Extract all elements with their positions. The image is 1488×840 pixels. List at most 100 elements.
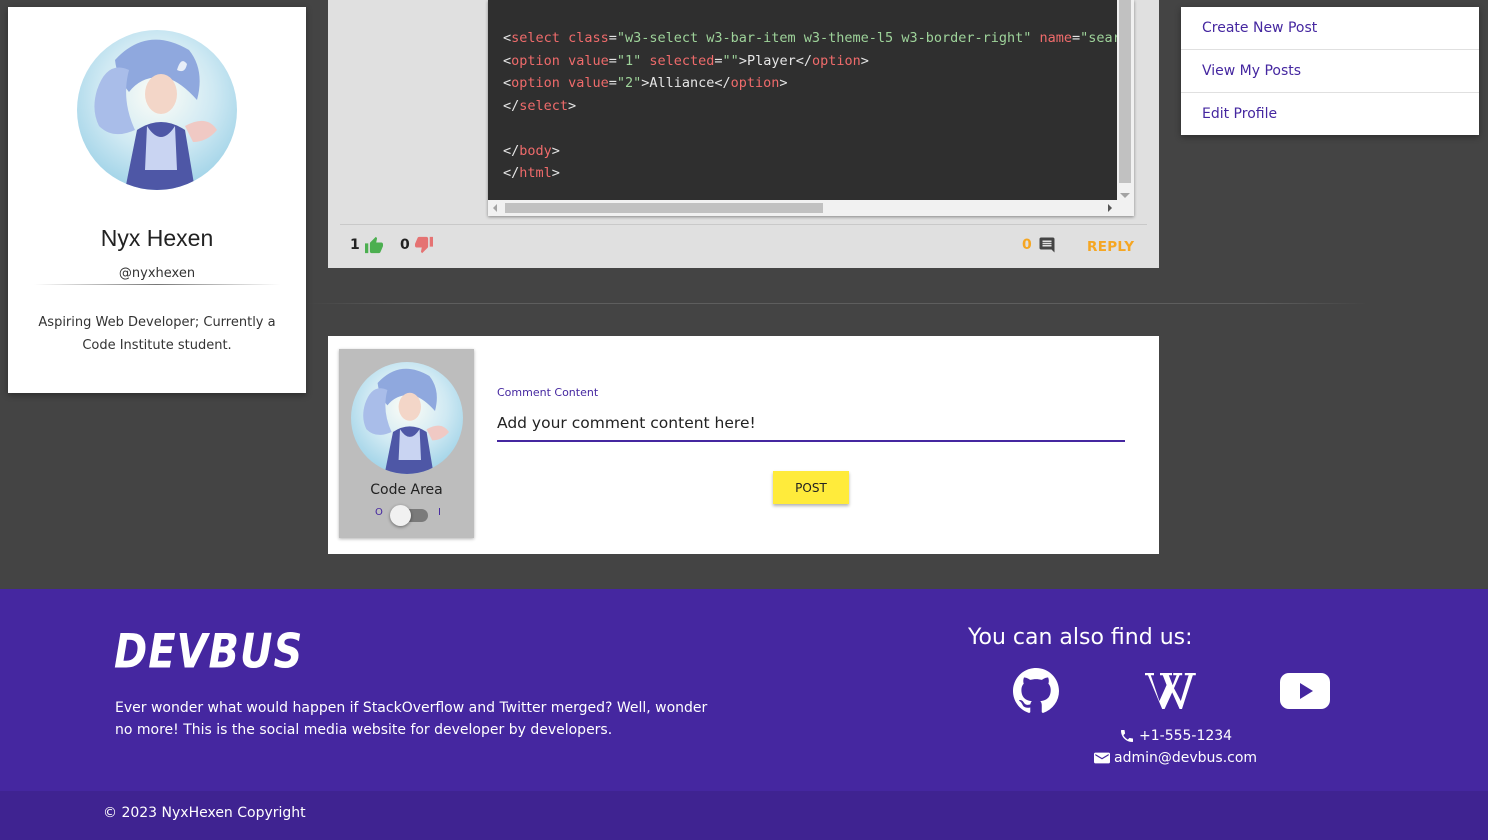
vertical-scrollbar[interactable] [1117, 0, 1134, 200]
code-token: > [568, 97, 577, 114]
code-token: = [608, 75, 617, 91]
code-area-label: Code Area [370, 482, 443, 498]
code-token: < [503, 30, 512, 46]
code-area-switch[interactable]: O I [369, 505, 447, 526]
scroll-right-arrow-icon[interactable] [1108, 204, 1112, 212]
code-token: "1" [616, 52, 642, 69]
code-token: class [568, 30, 609, 46]
code-token: = [714, 52, 723, 69]
code-token: "2" [616, 75, 642, 91]
thumbs-down-icon [414, 236, 433, 254]
phone-icon [1121, 730, 1133, 742]
code-token: > [779, 75, 788, 91]
code-token: option [511, 52, 560, 69]
code-token: option [511, 75, 560, 91]
like-button[interactable]: 1 [350, 236, 384, 254]
comment-form: Code Area O I Comment Content POST [328, 336, 1159, 554]
code-token: html [519, 165, 552, 181]
code-token: name [1039, 30, 1073, 46]
youtube-icon [1280, 673, 1330, 709]
footer-description: Ever wonder what would happen if StackOv… [115, 700, 708, 738]
github-link[interactable] [1010, 665, 1062, 717]
switch-knob[interactable] [390, 505, 411, 526]
scroll-down-arrow-icon[interactable] [1120, 193, 1130, 198]
avatar [351, 362, 463, 474]
code-token: option [730, 75, 780, 91]
code-token: </ [503, 142, 520, 159]
code-token: >Alliance</ [641, 75, 731, 91]
profile-menu: Create New Post View My Posts Edit Profi… [1181, 7, 1479, 135]
code-line: </html> [503, 162, 1117, 185]
code-token: </ [503, 165, 520, 181]
comment-content-input[interactable] [497, 406, 1125, 442]
devbus-logo[interactable]: DEVBUS [114, 625, 303, 679]
menu-item-create-post[interactable]: Create New Post [1181, 7, 1479, 50]
menu-item-edit-profile[interactable]: Edit Profile [1181, 93, 1479, 135]
code-token: > [551, 165, 560, 181]
avatar [77, 30, 237, 190]
scrollbar-thumb[interactable] [505, 203, 823, 213]
code-token: < [503, 75, 512, 91]
code-line: <option value="1" selected="">Player</op… [503, 50, 1117, 73]
profile-card: Nyx Hexen @nyxhexen Aspiring Web Develop… [8, 7, 306, 393]
code-token: < [503, 52, 512, 69]
code-line: <select class="w3-select w3-bar-item w3-… [503, 27, 1117, 50]
code-token: = [1072, 30, 1081, 46]
code-token: selected [649, 52, 715, 69]
envelope-icon [1094, 752, 1110, 764]
code-token: "search_type"> [1080, 30, 1117, 46]
post-card: <select class="w3-select w3-bar-item w3-… [328, 0, 1159, 268]
divider [340, 224, 1147, 225]
code-line: </select> [503, 95, 1117, 118]
youtube-link[interactable] [1280, 665, 1330, 717]
scroll-left-arrow-icon[interactable] [493, 204, 497, 212]
code-token: > [860, 52, 869, 69]
comment-icon [1039, 237, 1055, 253]
switch-on-label: I [438, 507, 441, 518]
like-count: 1 [350, 237, 360, 253]
post-comment-button[interactable]: POST [773, 471, 849, 504]
code-token: "" [722, 52, 739, 69]
profile-name: Nyx Hexen [100, 225, 214, 251]
wikipedia-link[interactable] [1140, 665, 1200, 717]
code-token: value [568, 75, 609, 91]
profile-handle: @nyxhexen [118, 266, 196, 281]
divider [34, 284, 280, 285]
menu-item-view-posts[interactable]: View My Posts [1181, 50, 1479, 93]
comment-content-label: Comment Content [497, 386, 599, 399]
reply-count-value: 0 [1022, 237, 1032, 253]
horizontal-scrollbar[interactable] [488, 200, 1134, 216]
code-token: </ [503, 97, 520, 114]
thumbs-up-icon [364, 236, 383, 254]
code-token: option [811, 52, 861, 69]
find-us-heading: You can also find us: [968, 625, 1193, 650]
code-token: select [519, 97, 569, 114]
code-area-toggle-panel: Code Area O I [339, 349, 474, 538]
code-line: <option value="2">Alliance</option> [503, 72, 1117, 95]
wikipedia-icon [1140, 673, 1196, 709]
code-token: > [551, 142, 560, 159]
footer: DEVBUS Ever wonder what would happen if … [0, 589, 1488, 840]
code-token: = [608, 52, 617, 69]
code-block: <select class="w3-select w3-bar-item w3-… [488, 0, 1134, 216]
code-token: select [511, 30, 560, 46]
dislike-count: 0 [400, 237, 410, 253]
email-link[interactable]: admin@devbus.com [1094, 750, 1257, 766]
phone-link[interactable]: +1-555-1234 [1119, 728, 1232, 744]
scrollbar-thumb[interactable] [1119, 0, 1131, 183]
reply-button[interactable]: REPLY [1087, 239, 1134, 255]
dislike-button[interactable]: 0 [400, 236, 434, 254]
reply-count[interactable]: 0 [1022, 236, 1056, 254]
github-icon [1013, 668, 1059, 713]
profile-bio: Aspiring Web Developer; Currently a Code… [38, 315, 276, 353]
code-line: </body> [503, 140, 1117, 163]
switch-off-label: O [375, 507, 383, 518]
divider [308, 303, 1368, 304]
code-content: <select class="w3-select w3-bar-item w3-… [503, 27, 1117, 185]
code-token: >Player</ [738, 52, 812, 69]
